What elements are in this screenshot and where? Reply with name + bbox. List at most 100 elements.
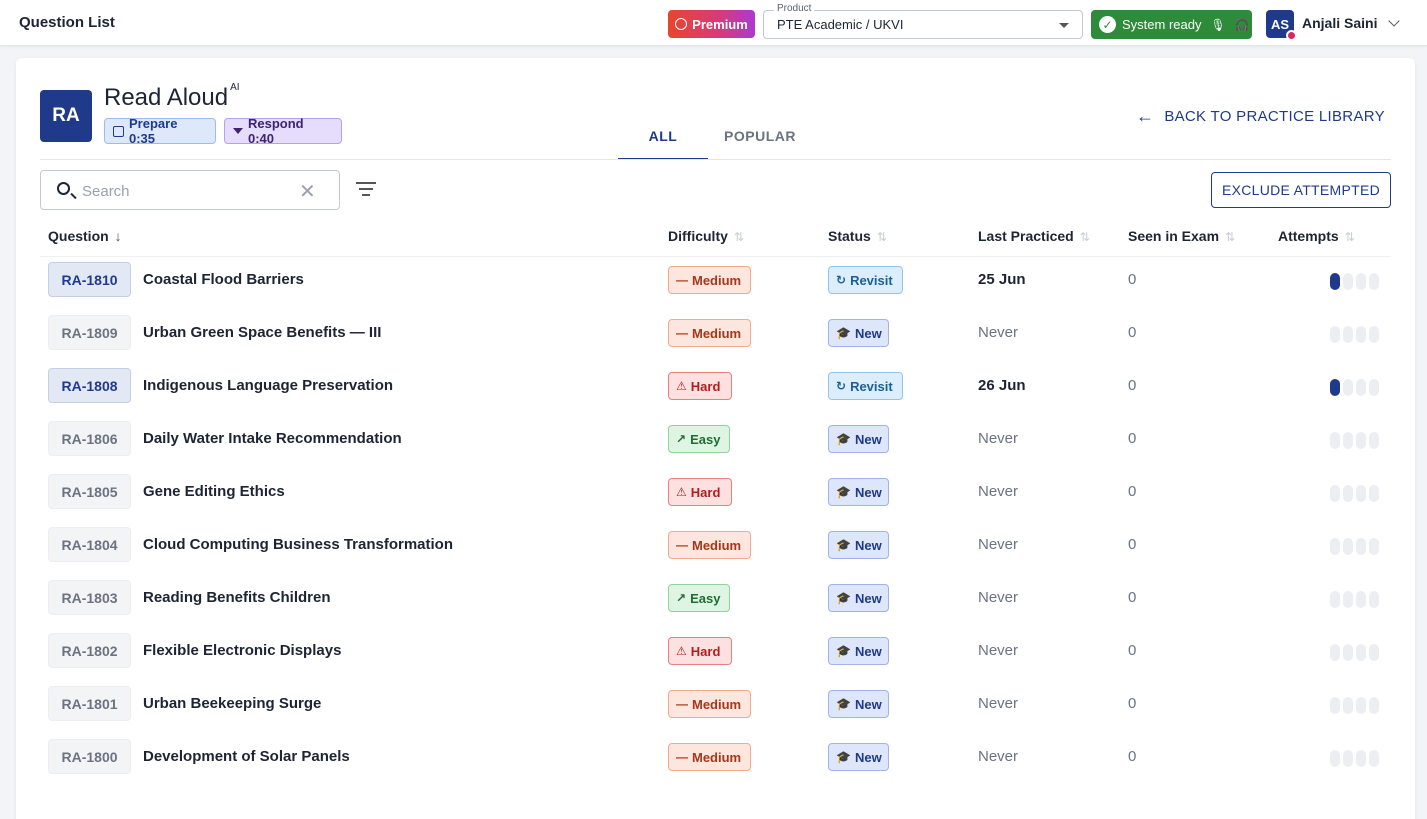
question-title[interactable]: Flexible Electronic Displays (143, 642, 341, 659)
question-title[interactable]: Development of Solar Panels (143, 748, 350, 765)
search-icon (57, 182, 70, 195)
seen-in-exam: 0 (1128, 589, 1137, 606)
status-badge: 🎓 New (828, 478, 889, 506)
exclude-attempted-button[interactable]: EXCLUDE ATTEMPTED (1211, 172, 1391, 208)
column-header-last-practiced[interactable]: Last Practiced ⇅ (978, 228, 1090, 244)
seen-in-exam: 0 (1128, 748, 1137, 765)
table-row[interactable]: RA-1800 Development of Solar Panels — Mediu… (40, 734, 1391, 787)
attempt-bar (1330, 538, 1340, 555)
question-title[interactable]: Indigenous Language Preservation (143, 377, 393, 394)
attempt-bar (1343, 538, 1353, 555)
question-id[interactable]: RA-1809 (48, 315, 131, 350)
status-badge: 🎓 New (828, 531, 889, 559)
premium-badge[interactable]: Premium (668, 10, 755, 38)
status-label: New (854, 431, 882, 447)
attempt-bar (1356, 485, 1366, 502)
status-label: New (854, 537, 882, 553)
attempt-bar (1369, 379, 1379, 396)
system-status-label: System ready (1122, 17, 1202, 32)
attempt-bar (1369, 326, 1379, 343)
difficulty-badge: ⚠ Hard (668, 372, 732, 400)
attempt-bar (1356, 591, 1366, 608)
last-practiced: Never (978, 589, 1019, 606)
column-header-difficulty[interactable]: Difficulty ⇅ (668, 228, 744, 244)
table-row[interactable]: RA-1810 Coastal Flood Barriers — Medium ↻ Rev… (40, 257, 1391, 310)
question-title[interactable]: Urban Green Space Benefits — III (143, 324, 381, 341)
seen-in-exam: 0 (1128, 324, 1137, 341)
tab-popular[interactable]: POPULAR (708, 120, 812, 160)
system-ready-button[interactable]: ✓ System ready 🎙 🎧 (1091, 10, 1252, 39)
back-link-label: BACK TO PRACTICE LIBRARY (1164, 108, 1385, 125)
question-id[interactable]: RA-1806 (48, 421, 131, 456)
last-practiced: 26 Jun (978, 377, 1026, 394)
filter-icon[interactable] (356, 182, 376, 198)
last-practiced: Never (978, 536, 1019, 553)
graduation-cap-icon: 🎓 (836, 432, 851, 446)
question-title[interactable]: Cloud Computing Business Transformation (143, 536, 453, 553)
question-title[interactable]: Urban Beekeeping Surge (143, 695, 321, 712)
clear-icon[interactable]: ✕ (299, 179, 316, 204)
column-header-seen-in-exam[interactable]: Seen in Exam ⇅ (1128, 228, 1235, 244)
column-header-status[interactable]: Status ⇅ (828, 228, 887, 244)
question-id[interactable]: RA-1804 (48, 527, 131, 562)
premium-label: Premium (692, 16, 748, 32)
attempt-bar (1369, 485, 1379, 502)
question-title[interactable]: Daily Water Intake Recommendation (143, 430, 402, 447)
attempt-bar (1330, 432, 1340, 449)
column-header-question[interactable]: Question ↓ (48, 228, 122, 244)
trending-up-icon: ↗ (676, 591, 687, 605)
question-id[interactable]: RA-1803 (48, 580, 131, 615)
question-title[interactable]: Reading Benefits Children (143, 589, 331, 606)
last-practiced: Never (978, 642, 1019, 659)
question-id[interactable]: RA-1808 (48, 368, 131, 403)
table-row[interactable]: RA-1801 Urban Beekeeping Surge — Medium 🎓 New… (40, 681, 1391, 734)
product-select[interactable]: Product PTE Academic / UKVI (763, 3, 1083, 39)
task-code-tile: RA (40, 90, 92, 142)
column-header-attempts[interactable]: Attempts ⇅ (1278, 228, 1355, 244)
table-row[interactable]: RA-1808 Indigenous Language Preservation ⚠… (40, 363, 1391, 416)
difficulty-badge: ↗ Easy (668, 584, 730, 612)
chevron-down-icon[interactable] (1388, 15, 1400, 27)
status-label: New (854, 696, 882, 712)
tab-all[interactable]: ALL (618, 120, 708, 160)
page-title: Question List (19, 14, 115, 31)
question-title[interactable]: Gene Editing Ethics (143, 483, 285, 500)
table-row[interactable]: RA-1805 Gene Editing Ethics ⚠ Hard 🎓 New Never… (40, 469, 1391, 522)
attempt-bar (1330, 273, 1340, 290)
task-title-text: Read Aloud (104, 84, 229, 111)
question-id[interactable]: RA-1810 (48, 262, 131, 297)
notification-dot-icon (1286, 30, 1297, 41)
table-row[interactable]: RA-1809 Urban Green Space Benefits — III —… (40, 310, 1391, 363)
minus-icon: — (676, 326, 688, 340)
minus-icon: — (676, 697, 688, 711)
question-title[interactable]: Coastal Flood Barriers (143, 271, 304, 288)
revisit-icon: ↻ (836, 379, 847, 393)
warning-icon: ⚠ (676, 485, 687, 499)
table-row[interactable]: RA-1804 Cloud Computing Business Transfor… (40, 522, 1391, 575)
hourglass-icon (233, 128, 243, 134)
respond-time-chip: Respond 0:40 (224, 116, 342, 146)
search-input[interactable] (82, 180, 302, 202)
attempt-bar (1343, 273, 1353, 290)
attempts-indicator (1330, 750, 1379, 767)
user-name[interactable]: Anjali Saini (1302, 15, 1377, 31)
difficulty-badge: ⚠ Hard (668, 478, 732, 506)
tab-bar: ALL POPULAR (618, 120, 812, 160)
difficulty-label: Medium (692, 325, 742, 341)
sort-icon: ⇅ (733, 230, 744, 244)
table-row[interactable]: RA-1806 Daily Water Intake Recommendation… (40, 416, 1391, 469)
table-row[interactable]: RA-1803 Reading Benefits Children ↗ Easy 🎓 Ne… (40, 575, 1391, 628)
attempt-bar (1369, 591, 1379, 608)
back-to-library-link[interactable]: ← BACK TO PRACTICE LIBRARY (1136, 106, 1385, 127)
question-id[interactable]: RA-1801 (48, 686, 131, 721)
status-badge: ↻ Revisit (828, 372, 903, 400)
question-id[interactable]: RA-1805 (48, 474, 131, 509)
attempt-bar (1343, 485, 1353, 502)
avatar[interactable]: AS (1266, 10, 1297, 41)
table-row[interactable]: RA-1802 Flexible Electronic Displays ⚠ Hard… (40, 628, 1391, 681)
status-badge: 🎓 New (828, 743, 889, 771)
graduation-cap-icon: 🎓 (836, 485, 851, 499)
question-id[interactable]: RA-1800 (48, 739, 131, 774)
sort-icon: ⇅ (1079, 230, 1090, 244)
question-id[interactable]: RA-1802 (48, 633, 131, 668)
